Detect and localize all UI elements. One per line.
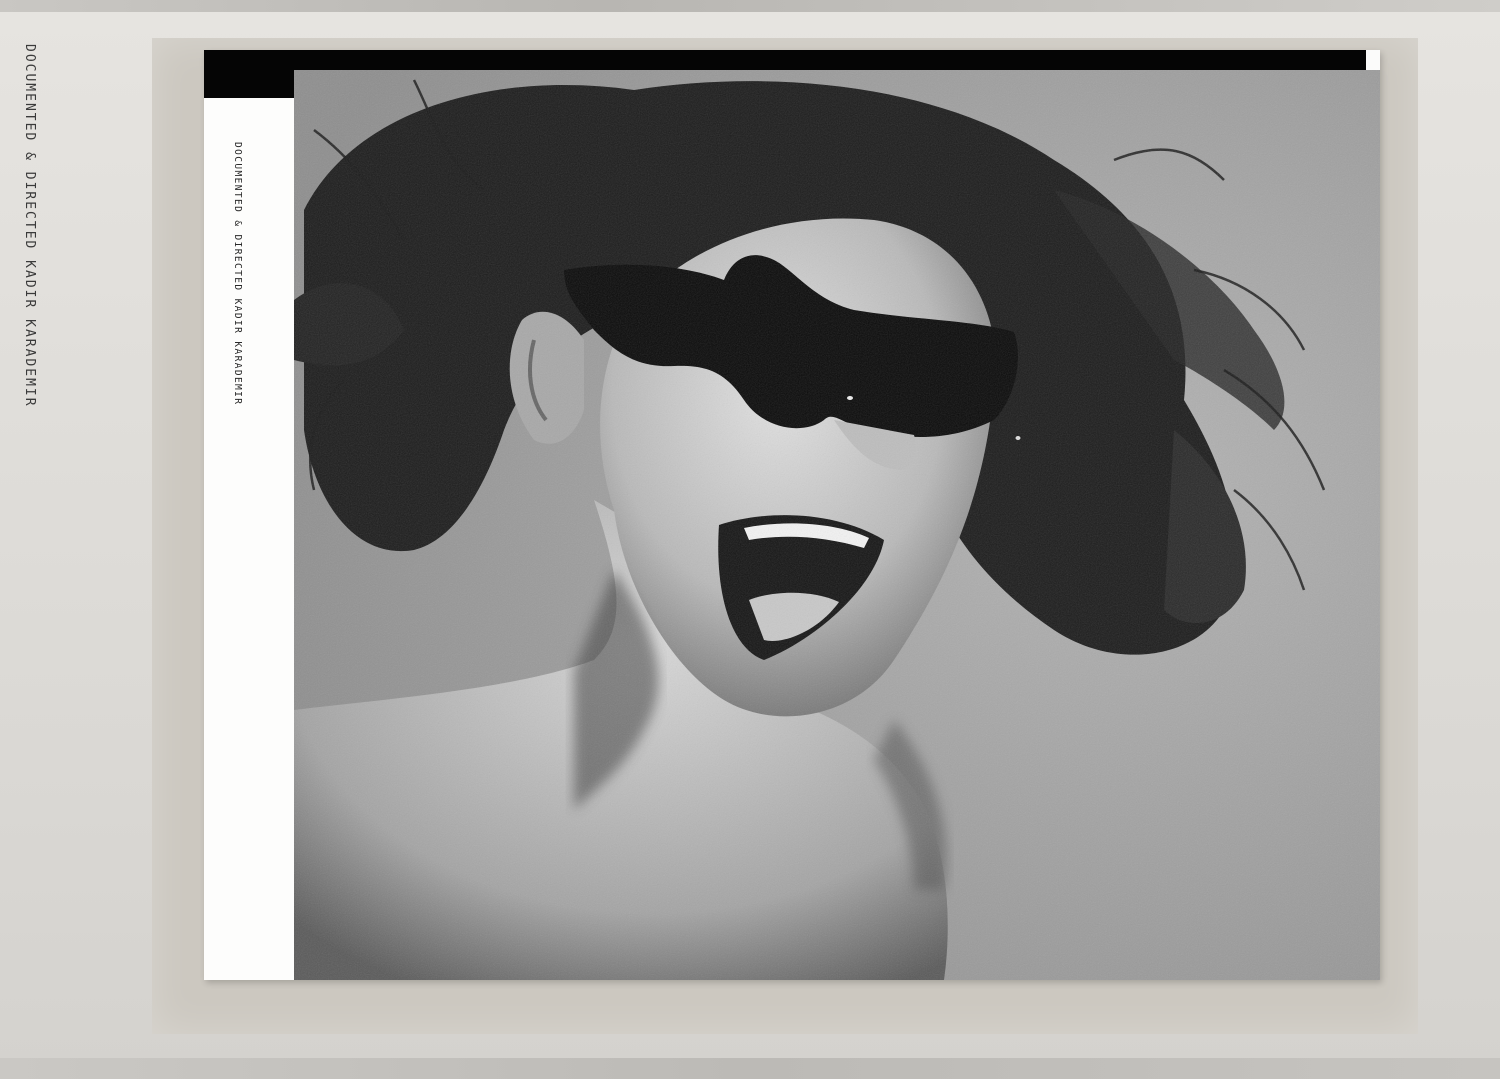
magazine-spread-scene: DOCUMENTED & DIRECTED KADIR KARADEMIR DO… (0, 0, 1500, 1079)
bottom-page-edge (0, 1058, 1500, 1079)
portrait-photo (294, 70, 1380, 980)
credit-caption-left: DOCUMENTED & DIRECTED KADIR KARADEMIR (22, 44, 37, 408)
film-grain-overlay (294, 70, 1380, 980)
print-white-margin (204, 98, 294, 980)
credit-caption-inner: DOCUMENTED & DIRECTED KADIR KARADEMIR (232, 142, 243, 406)
top-page-edge (0, 0, 1500, 12)
portrait-illustration (294, 70, 1380, 980)
